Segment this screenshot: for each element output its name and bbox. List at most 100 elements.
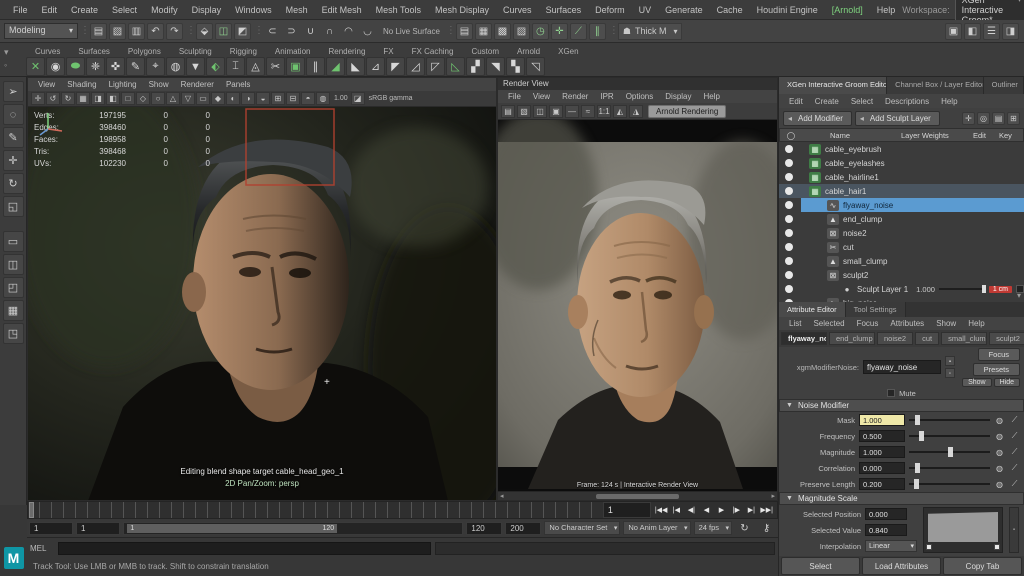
node-tab[interactable]: cut xyxy=(915,332,940,345)
add-icon[interactable]: ✛ xyxy=(962,111,975,125)
ramp-side-control[interactable]: ▪ xyxy=(1009,507,1019,553)
viewport-toolbar-icon[interactable]: ◇ xyxy=(136,92,150,105)
pause-icon[interactable]: ∥ xyxy=(588,22,606,40)
dock-tab[interactable]: XGen Interactive Groom Editor xyxy=(779,77,888,94)
go-to-start-button[interactable]: |◀◀ xyxy=(654,503,669,517)
move-tool[interactable]: ✛ xyxy=(2,150,24,171)
add-modifier-button[interactable]: Add Modifier xyxy=(783,110,852,126)
snap-point-icon[interactable]: ∪ xyxy=(302,23,319,40)
viewport-toolbar-icon[interactable]: ▽ xyxy=(181,92,195,105)
time-slider[interactable]: 1 |◀◀ |◀ ◀| ◀ ▶ |▶ ▶| ▶▶| xyxy=(27,501,778,519)
render-view-scrollbar[interactable]: ◂ ▸ xyxy=(498,491,777,500)
tree-row[interactable]: ● Sculpt Layer 1 1.000 1 cm xyxy=(779,282,1024,296)
viewport-menu-item[interactable]: View xyxy=(32,80,61,89)
select-tool[interactable]: ➢ xyxy=(2,81,24,102)
xgen-sculpt-icon[interactable]: ▣ xyxy=(286,57,305,76)
viewport-toolbar-icon[interactable]: ↺ xyxy=(46,92,60,105)
node-name-field[interactable] xyxy=(863,360,941,374)
ramp-handle[interactable] xyxy=(926,544,932,550)
brush-comb-icon[interactable]: ⊿ xyxy=(366,57,385,76)
viewport-toolbar-icon[interactable]: ◐ xyxy=(226,92,240,105)
ramp-handle[interactable] xyxy=(994,544,1000,550)
scroll-left-arrow[interactable]: ◂ xyxy=(500,492,504,500)
attribute-value-field[interactable] xyxy=(859,414,905,426)
brush-smooth-icon[interactable]: ◣ xyxy=(346,57,365,76)
layer-radio-button[interactable] xyxy=(785,243,793,251)
single-pane-layout[interactable]: ▭ xyxy=(2,231,24,252)
xgen-delete-icon[interactable]: ✕ xyxy=(26,57,45,76)
open-scene-icon[interactable]: ▧ xyxy=(109,22,126,40)
menu-item[interactable]: Windows xyxy=(228,5,279,15)
tree-row[interactable]: ▦ cable_hair1 xyxy=(779,184,1024,198)
layer-radio-button[interactable] xyxy=(785,201,793,209)
menu-item[interactable]: Create xyxy=(64,5,105,15)
mute-checkbox[interactable] xyxy=(887,389,896,397)
paint-select-tool[interactable]: ✎ xyxy=(2,127,24,148)
snap-curve-icon[interactable]: ⊃ xyxy=(283,23,300,40)
shelf-collapse-controls[interactable]: ▾ ◦ xyxy=(4,46,18,72)
texture-map-icon[interactable]: ◍ xyxy=(994,448,1005,457)
curve-edit-icon[interactable]: ⟋ xyxy=(1009,463,1020,473)
xgen-clump-icon[interactable]: ⌶ xyxy=(226,57,245,76)
brush-width-icon[interactable]: ◿ xyxy=(406,57,425,76)
add-sculpt-layer-button[interactable]: Add Sculpt Layer xyxy=(854,110,940,126)
tree-row[interactable]: ▦ cable_eyebrush xyxy=(779,142,1024,156)
viewport-toolbar-icon[interactable]: ▦ xyxy=(76,92,90,105)
viewport-menu-item[interactable]: Panels xyxy=(220,80,256,89)
viewport-toolbar-icon[interactable]: ◑ xyxy=(241,92,255,105)
snap-view-plane-icon[interactable]: ◠ xyxy=(340,23,357,40)
step-back-key-button[interactable]: ◀| xyxy=(684,503,698,517)
statusline-separator[interactable]: ⋮ xyxy=(609,23,619,39)
brush-twist-icon[interactable]: ◸ xyxy=(426,57,445,76)
node-tab[interactable]: sculpt2 xyxy=(989,332,1024,345)
key-column-header[interactable]: Key xyxy=(999,131,1023,140)
menu-item[interactable]: Display xyxy=(185,5,229,15)
xgen-noise-icon[interactable]: ◬ xyxy=(246,57,265,76)
menu-item[interactable]: Select xyxy=(105,5,144,15)
render-view-menu-item[interactable]: Options xyxy=(620,92,660,101)
viewport-menu-item[interactable]: Renderer xyxy=(175,80,220,89)
scale-tool[interactable]: ◱ xyxy=(2,196,24,217)
menu-item[interactable]: File xyxy=(6,5,35,15)
tree-row[interactable]: ⊠ noise2 xyxy=(779,226,1024,240)
viewport-toolbar-icon[interactable]: ◧ xyxy=(106,92,120,105)
ae-menu-item[interactable]: Help xyxy=(962,319,990,328)
xgen-menu-item[interactable]: Help xyxy=(935,97,963,106)
tree-row[interactable]: ∿ big_noise xyxy=(779,296,1024,302)
tree-row[interactable]: ∿ flyaway_noise xyxy=(779,198,1024,212)
statusline-separator[interactable]: ⋮ xyxy=(186,23,196,39)
magnitude-scale-section-header[interactable]: ▼ Magnitude Scale xyxy=(779,492,1024,505)
separator-icon[interactable]: ∥ xyxy=(306,57,325,76)
separator-icon[interactable]: — xyxy=(565,104,579,118)
viewport-canvas[interactable]: Verts: 197195 00 Edges: 398460 00 Faces: 19… xyxy=(28,107,496,500)
shelf-tab[interactable]: Surfaces xyxy=(69,47,119,56)
attribute-editor-toggle-icon[interactable]: ◧ xyxy=(964,22,981,40)
viewport-toolbar-icon[interactable]: ✛ xyxy=(31,92,45,105)
colorspace-label[interactable]: sRGB gamma xyxy=(366,95,416,102)
brush-select-icon[interactable]: ◹ xyxy=(526,57,545,76)
shelf-tab[interactable]: Rendering xyxy=(319,47,374,56)
current-time-marker[interactable] xyxy=(29,502,34,518)
edit-column-header[interactable]: Edit xyxy=(973,131,999,140)
show-button[interactable]: Show xyxy=(962,377,992,387)
attribute-value-field[interactable] xyxy=(859,462,905,474)
node-tab[interactable]: small_clump xyxy=(941,332,988,345)
open-image-icon[interactable]: ▤ xyxy=(501,104,515,118)
brush-clump-icon[interactable]: ◺ xyxy=(446,57,465,76)
redo-render-icon[interactable]: ▣ xyxy=(549,104,563,118)
viewport-toolbar-icon[interactable]: ↻ xyxy=(61,92,75,105)
shelf-tab[interactable]: Curves xyxy=(26,47,69,56)
curve-edit-icon[interactable]: ⟋ xyxy=(1009,431,1020,441)
shelf-tab[interactable]: FX xyxy=(374,47,402,56)
menu-item[interactable]: Cache xyxy=(710,5,750,15)
fps-dropdown[interactable]: 24 fps xyxy=(693,521,732,535)
selected-value-field[interactable] xyxy=(865,524,907,536)
auto-keyframe-icon[interactable]: ⚷ xyxy=(758,520,775,537)
modeling-toolkit-icon[interactable]: ▣ xyxy=(945,22,962,40)
ae-menu-item[interactable]: Focus xyxy=(851,319,885,328)
character-set-dropdown[interactable]: No Character Set xyxy=(544,521,621,535)
channel-box-toggle-icon[interactable]: ◨ xyxy=(1002,22,1019,40)
layer-radio-button[interactable] xyxy=(785,159,793,167)
noise-modifier-section-header[interactable]: ▼ Noise Modifier xyxy=(779,399,1024,412)
curve-edit-icon[interactable]: ⟋ xyxy=(1009,415,1020,425)
